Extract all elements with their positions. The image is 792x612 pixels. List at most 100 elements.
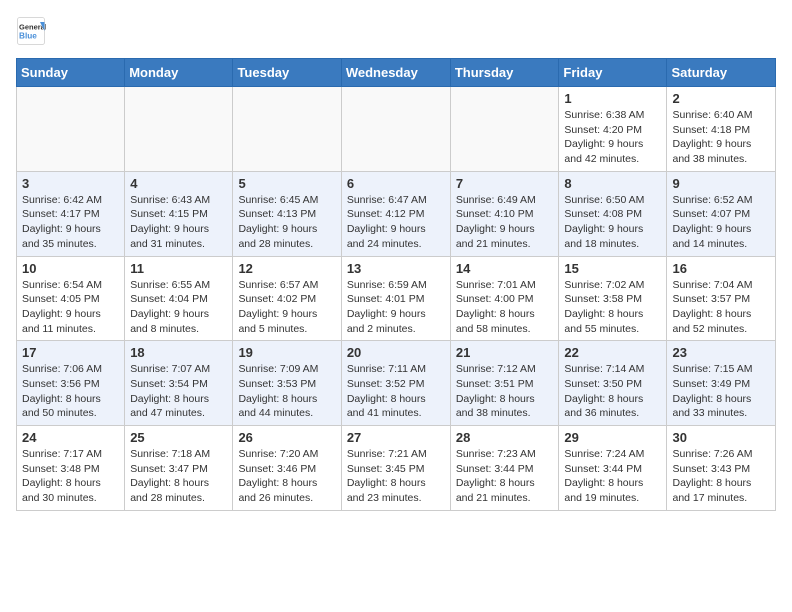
logo: General Blue <box>16 16 46 46</box>
day-info: Sunrise: 6:38 AM Sunset: 4:20 PM Dayligh… <box>564 109 644 165</box>
day-cell: 21Sunrise: 7:12 AM Sunset: 3:51 PM Dayli… <box>450 341 559 426</box>
day-cell: 14 Sunrise: 7:01 AM Sunset: 4:00 PM Dayli… <box>450 256 559 341</box>
day-number: 28 <box>456 430 554 445</box>
day-number: 29 <box>564 430 661 445</box>
day-info: Sunrise: 7:02 AM Sunset: 3:58 PM Dayligh… <box>564 279 644 335</box>
day-cell: 12 Sunrise: 6:57 AM Sunset: 4:02 PM Dayli… <box>233 256 341 341</box>
week-row-2: 3 Sunrise: 6:42 AM Sunset: 4:17 PM Daylig… <box>17 171 776 256</box>
day-cell: 4 Sunrise: 6:43 AM Sunset: 4:15 PM Daylig… <box>125 171 233 256</box>
day-number: 4 <box>130 176 227 191</box>
day-number: 11 <box>130 261 227 276</box>
day-number: 24 <box>22 430 119 445</box>
day-info: Sunrise: 7:18 AM Sunset: 3:47 PM Dayligh… <box>130 448 210 504</box>
day-info: Sunrise: 7:26 AM Sunset: 3:43 PM Dayligh… <box>672 448 752 504</box>
day-info: Sunrise: 7:07 AM Sunset: 3:54 PM Dayligh… <box>130 363 210 419</box>
day-number: 14 <box>456 261 554 276</box>
day-number: 3 <box>22 176 119 191</box>
day-number: 17 <box>22 345 119 360</box>
day-info: Sunrise: 6:52 AM Sunset: 4:07 PM Dayligh… <box>672 194 752 250</box>
day-cell: 27Sunrise: 7:21 AM Sunset: 3:45 PM Dayli… <box>341 426 450 511</box>
day-cell: 26Sunrise: 7:20 AM Sunset: 3:46 PM Dayli… <box>233 426 341 511</box>
svg-text:Blue: Blue <box>19 32 37 41</box>
day-info: Sunrise: 6:40 AM Sunset: 4:18 PM Dayligh… <box>672 109 752 165</box>
day-number: 15 <box>564 261 661 276</box>
day-cell <box>17 87 125 172</box>
day-cell <box>125 87 233 172</box>
day-number: 5 <box>238 176 335 191</box>
day-info: Sunrise: 7:01 AM Sunset: 4:00 PM Dayligh… <box>456 279 536 335</box>
day-cell: 7 Sunrise: 6:49 AM Sunset: 4:10 PM Daylig… <box>450 171 559 256</box>
day-number: 2 <box>672 91 770 106</box>
week-row-5: 24 Sunrise: 7:17 AM Sunset: 3:48 PM Dayli… <box>17 426 776 511</box>
day-number: 20 <box>347 345 445 360</box>
day-info: Sunrise: 6:43 AM Sunset: 4:15 PM Dayligh… <box>130 194 210 250</box>
day-info: Sunrise: 7:20 AM Sunset: 3:46 PM Dayligh… <box>238 448 318 504</box>
day-info: Sunrise: 6:54 AM Sunset: 4:05 PM Dayligh… <box>22 279 102 335</box>
day-info: Sunrise: 6:47 AM Sunset: 4:12 PM Dayligh… <box>347 194 427 250</box>
day-cell: 25 Sunrise: 7:18 AM Sunset: 3:47 PM Dayli… <box>125 426 233 511</box>
day-cell: 8 Sunrise: 6:50 AM Sunset: 4:08 PM Daylig… <box>559 171 667 256</box>
col-header-thursday: Thursday <box>450 59 559 87</box>
day-cell: 11 Sunrise: 6:55 AM Sunset: 4:04 PM Dayli… <box>125 256 233 341</box>
day-cell: 9Sunrise: 6:52 AM Sunset: 4:07 PM Daylig… <box>667 171 776 256</box>
day-number: 16 <box>672 261 770 276</box>
day-info: Sunrise: 7:21 AM Sunset: 3:45 PM Dayligh… <box>347 448 427 504</box>
day-cell: 13 Sunrise: 6:59 AM Sunset: 4:01 PM Dayli… <box>341 256 450 341</box>
day-info: Sunrise: 6:49 AM Sunset: 4:10 PM Dayligh… <box>456 194 536 250</box>
day-info: Sunrise: 6:57 AM Sunset: 4:02 PM Dayligh… <box>238 279 318 335</box>
day-cell: 16 Sunrise: 7:04 AM Sunset: 3:57 PM Dayli… <box>667 256 776 341</box>
col-header-tuesday: Tuesday <box>233 59 341 87</box>
col-header-sunday: Sunday <box>17 59 125 87</box>
day-number: 18 <box>130 345 227 360</box>
col-header-monday: Monday <box>125 59 233 87</box>
day-number: 8 <box>564 176 661 191</box>
day-info: Sunrise: 7:23 AM Sunset: 3:44 PM Dayligh… <box>456 448 536 504</box>
calendar: SundayMondayTuesdayWednesdayThursdayFrid… <box>16 58 776 511</box>
day-info: Sunrise: 7:09 AM Sunset: 3:53 PM Dayligh… <box>238 363 318 419</box>
day-cell: 10 Sunrise: 6:54 AM Sunset: 4:05 PM Dayli… <box>17 256 125 341</box>
day-cell: 5 Sunrise: 6:45 AM Sunset: 4:13 PM Daylig… <box>233 171 341 256</box>
day-cell <box>233 87 341 172</box>
week-row-4: 17 Sunrise: 7:06 AM Sunset: 3:56 PM Dayli… <box>17 341 776 426</box>
day-cell: 17 Sunrise: 7:06 AM Sunset: 3:56 PM Dayli… <box>17 341 125 426</box>
day-cell: 29 Sunrise: 7:24 AM Sunset: 3:44 PM Dayli… <box>559 426 667 511</box>
header: General Blue <box>16 16 776 46</box>
day-info: Sunrise: 7:06 AM Sunset: 3:56 PM Dayligh… <box>22 363 102 419</box>
day-info: Sunrise: 7:14 AM Sunset: 3:50 PM Dayligh… <box>564 363 644 419</box>
day-cell: 18 Sunrise: 7:07 AM Sunset: 3:54 PM Dayli… <box>125 341 233 426</box>
day-number: 12 <box>238 261 335 276</box>
day-info: Sunrise: 6:50 AM Sunset: 4:08 PM Dayligh… <box>564 194 644 250</box>
day-cell: 22 Sunrise: 7:14 AM Sunset: 3:50 PM Dayli… <box>559 341 667 426</box>
day-number: 25 <box>130 430 227 445</box>
day-cell <box>341 87 450 172</box>
day-number: 23 <box>672 345 770 360</box>
day-info: Sunrise: 6:55 AM Sunset: 4:04 PM Dayligh… <box>130 279 210 335</box>
day-cell: 1Sunrise: 6:38 AM Sunset: 4:20 PM Daylig… <box>559 87 667 172</box>
day-cell: 24 Sunrise: 7:17 AM Sunset: 3:48 PM Dayli… <box>17 426 125 511</box>
col-header-friday: Friday <box>559 59 667 87</box>
day-info: Sunrise: 6:45 AM Sunset: 4:13 PM Dayligh… <box>238 194 318 250</box>
week-row-3: 10 Sunrise: 6:54 AM Sunset: 4:05 PM Dayli… <box>17 256 776 341</box>
day-info: Sunrise: 7:12 AM Sunset: 3:51 PM Dayligh… <box>456 363 536 419</box>
day-cell: 30 Sunrise: 7:26 AM Sunset: 3:43 PM Dayli… <box>667 426 776 511</box>
col-header-wednesday: Wednesday <box>341 59 450 87</box>
day-number: 30 <box>672 430 770 445</box>
day-cell: 6 Sunrise: 6:47 AM Sunset: 4:12 PM Daylig… <box>341 171 450 256</box>
day-number: 19 <box>238 345 335 360</box>
logo-icon: General Blue <box>16 16 46 46</box>
day-info: Sunrise: 6:42 AM Sunset: 4:17 PM Dayligh… <box>22 194 102 250</box>
day-number: 13 <box>347 261 445 276</box>
day-number: 6 <box>347 176 445 191</box>
day-info: Sunrise: 7:04 AM Sunset: 3:57 PM Dayligh… <box>672 279 752 335</box>
day-cell: 23Sunrise: 7:15 AM Sunset: 3:49 PM Dayli… <box>667 341 776 426</box>
day-info: Sunrise: 7:24 AM Sunset: 3:44 PM Dayligh… <box>564 448 644 504</box>
day-cell: 28 Sunrise: 7:23 AM Sunset: 3:44 PM Dayli… <box>450 426 559 511</box>
calendar-header-row: SundayMondayTuesdayWednesdayThursdayFrid… <box>17 59 776 87</box>
week-row-1: 1Sunrise: 6:38 AM Sunset: 4:20 PM Daylig… <box>17 87 776 172</box>
day-info: Sunrise: 7:17 AM Sunset: 3:48 PM Dayligh… <box>22 448 102 504</box>
day-number: 22 <box>564 345 661 360</box>
day-number: 7 <box>456 176 554 191</box>
day-number: 10 <box>22 261 119 276</box>
day-cell: 2 Sunrise: 6:40 AM Sunset: 4:18 PM Daylig… <box>667 87 776 172</box>
day-info: Sunrise: 6:59 AM Sunset: 4:01 PM Dayligh… <box>347 279 427 335</box>
